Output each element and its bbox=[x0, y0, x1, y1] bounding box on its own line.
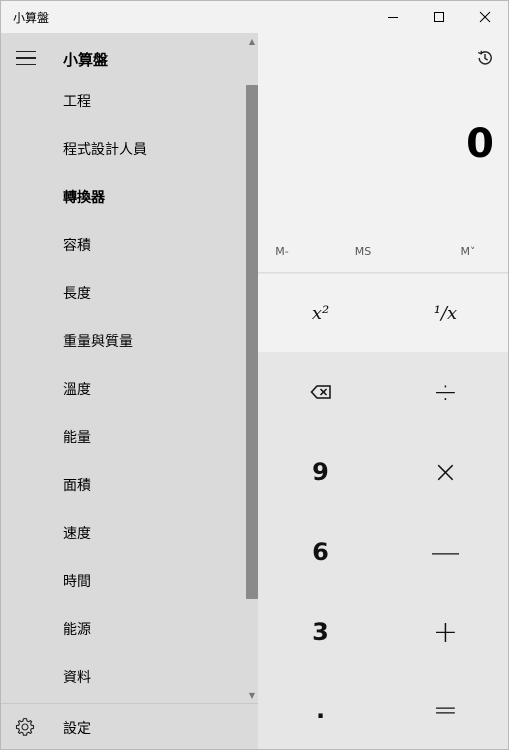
nav-item[interactable]: 資料 bbox=[1, 653, 246, 701]
minimize-icon bbox=[388, 17, 398, 18]
minimize-button[interactable] bbox=[370, 1, 416, 33]
nav-header: 小算盤 bbox=[1, 33, 258, 83]
add-button[interactable]: + bbox=[383, 592, 508, 672]
equals-button[interactable]: = bbox=[383, 670, 508, 749]
nav-item[interactable]: 能量 bbox=[1, 413, 246, 461]
nav-divider bbox=[1, 703, 258, 704]
digit-9-button[interactable]: 9 bbox=[258, 432, 383, 512]
divide-button[interactable]: ÷ bbox=[383, 352, 508, 432]
subtract-button[interactable]: — bbox=[383, 512, 508, 592]
digit-6-button[interactable]: 6 bbox=[258, 512, 383, 592]
nav-item[interactable]: 容積 bbox=[1, 221, 246, 269]
nav-item[interactable]: 速度 bbox=[1, 509, 246, 557]
nav-item[interactable]: 重量與質量 bbox=[1, 317, 246, 365]
keypad: ÷ 9 × 6 — 3 + . = bbox=[258, 352, 508, 749]
nav-scrollbar[interactable]: ▲ ▼ bbox=[246, 33, 258, 703]
gear-icon bbox=[15, 717, 35, 736]
nav-item[interactable]: 面積 bbox=[1, 461, 246, 509]
digit-3-button[interactable]: 3 bbox=[258, 592, 383, 672]
maximize-icon bbox=[434, 12, 444, 22]
memory-row: M- MS M˅ bbox=[258, 229, 508, 273]
scroll-down-icon[interactable]: ▼ bbox=[246, 689, 258, 701]
nav-item[interactable]: 能源 bbox=[1, 605, 246, 653]
close-icon bbox=[479, 11, 491, 23]
calculator-window: 小算盤 0 M- MS M˅ x² ¹/x ÷ 9 × 6 — 3 + . = … bbox=[0, 0, 509, 750]
nav-section-header: 轉換器 bbox=[63, 190, 105, 206]
window-title: 小算盤 bbox=[13, 11, 50, 25]
backspace-button[interactable] bbox=[258, 352, 383, 432]
close-button[interactable] bbox=[462, 1, 508, 33]
memory-list-button[interactable]: M˅ bbox=[448, 229, 488, 273]
nav-item[interactable]: 工程 bbox=[1, 77, 246, 125]
reciprocal-button[interactable]: ¹/x bbox=[383, 274, 508, 352]
scroll-thumb[interactable] bbox=[246, 85, 258, 599]
nav-item[interactable]: 程式設計人員 bbox=[1, 125, 246, 173]
nav-item[interactable]: 時間 bbox=[1, 557, 246, 605]
memory-store-button[interactable]: MS bbox=[333, 229, 393, 273]
memory-subtract-button[interactable]: M- bbox=[258, 229, 306, 273]
decimal-button[interactable]: . bbox=[258, 670, 383, 749]
settings-label: 設定 bbox=[63, 721, 91, 737]
square-button[interactable]: x² bbox=[258, 274, 383, 352]
backspace-icon bbox=[309, 385, 331, 399]
scroll-up-icon[interactable]: ▲ bbox=[246, 35, 258, 47]
history-button[interactable] bbox=[467, 43, 503, 73]
maximize-button[interactable] bbox=[416, 1, 462, 33]
nav-item[interactable]: 長度 bbox=[1, 269, 246, 317]
history-icon bbox=[477, 50, 492, 65]
result-display: 0 bbox=[466, 121, 494, 167]
title-bar: 小算盤 bbox=[1, 1, 508, 33]
nav-list: 工程 程式設計人員轉換器容積 長度 重量與質量 溫度 能量 面積 速度 時間 能源 資料 bbox=[1, 77, 246, 701]
nav-item[interactable]: 溫度 bbox=[1, 365, 246, 413]
multiply-button[interactable]: × bbox=[383, 432, 508, 512]
settings-button[interactable]: 設定 bbox=[1, 705, 258, 749]
hamburger-icon[interactable] bbox=[9, 41, 43, 75]
nav-title: 小算盤 bbox=[63, 51, 109, 69]
navigation-pane: 小算盤 工程 程式設計人員轉換器容積 長度 重量與質量 溫度 能量 面積 速度 時間 能源 資料 ▲… bbox=[1, 33, 258, 749]
function-row: x² ¹/x bbox=[258, 274, 508, 352]
